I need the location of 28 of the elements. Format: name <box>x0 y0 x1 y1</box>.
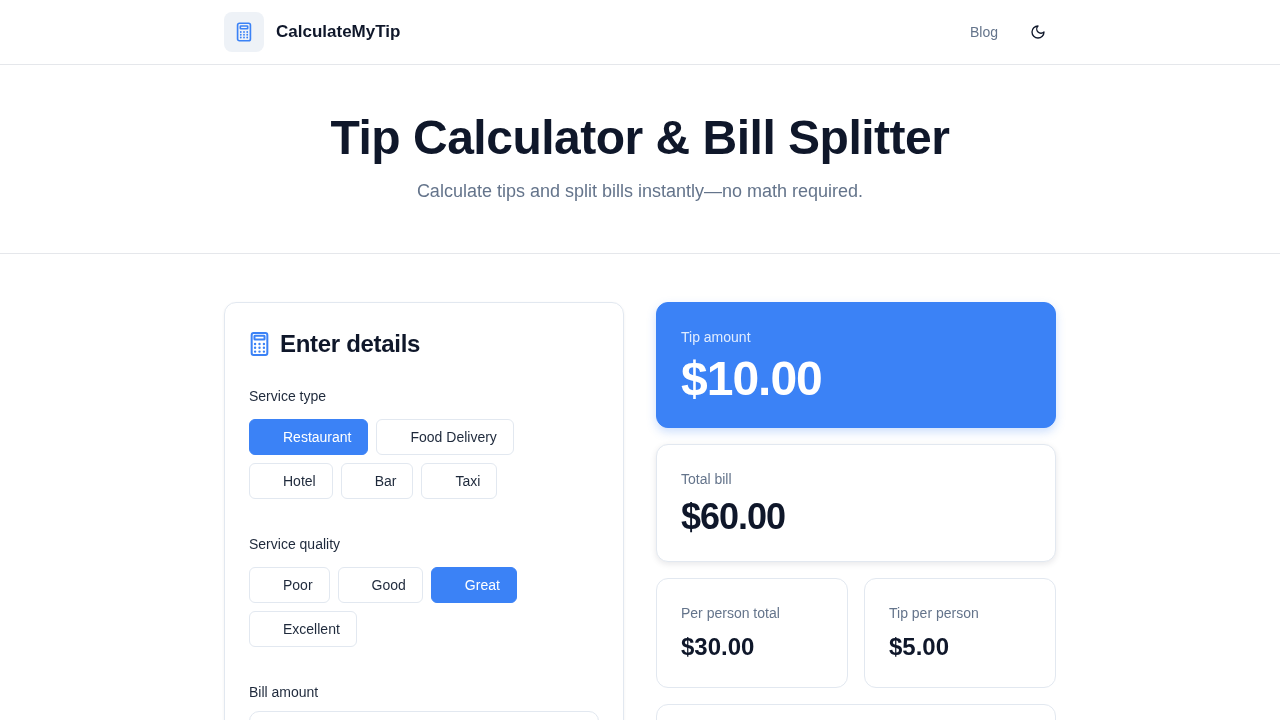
option-button[interactable]: Restaurant <box>249 419 369 455</box>
result-label: Per person total <box>681 604 781 623</box>
result-value: $10.00 <box>681 351 823 406</box>
field-label: Bill amount <box>249 683 320 702</box>
brand-name[interactable]: CalculateMyTip <box>276 22 401 42</box>
field-label: Service quality <box>249 535 342 554</box>
calculator-icon <box>249 332 270 356</box>
option-button[interactable]: Excellent <box>249 611 357 647</box>
option-button[interactable]: Food Delivery <box>376 419 514 455</box>
result-label: Tip per person <box>889 604 980 623</box>
option-button[interactable]: Bar <box>340 463 414 499</box>
result-label: Tip amount <box>681 328 752 347</box>
section-title: Enter details <box>280 329 421 359</box>
nav-link[interactable]: Blog <box>961 18 1006 46</box>
page-subtitle: Calculate tips and split bills instantly—no math required. <box>415 180 865 203</box>
result-value: $30.00 <box>681 632 756 662</box>
option-button[interactable]: Taxi <box>421 463 498 499</box>
page-title: Tip Calculator & Bill Splitter <box>329 110 951 166</box>
result-value: $5.00 <box>889 632 951 662</box>
option-button[interactable]: Good <box>337 567 423 603</box>
calculator-logo-icon <box>224 12 264 52</box>
option-button[interactable]: Poor <box>249 567 330 603</box>
moon-icon <box>1030 24 1046 40</box>
result-value: $60.00 <box>681 495 787 539</box>
option-button[interactable]: Great <box>430 567 517 603</box>
field-label: Service type <box>249 387 328 406</box>
option-button[interactable]: Hotel <box>249 463 333 499</box>
result-label: Total bill <box>681 470 733 489</box>
